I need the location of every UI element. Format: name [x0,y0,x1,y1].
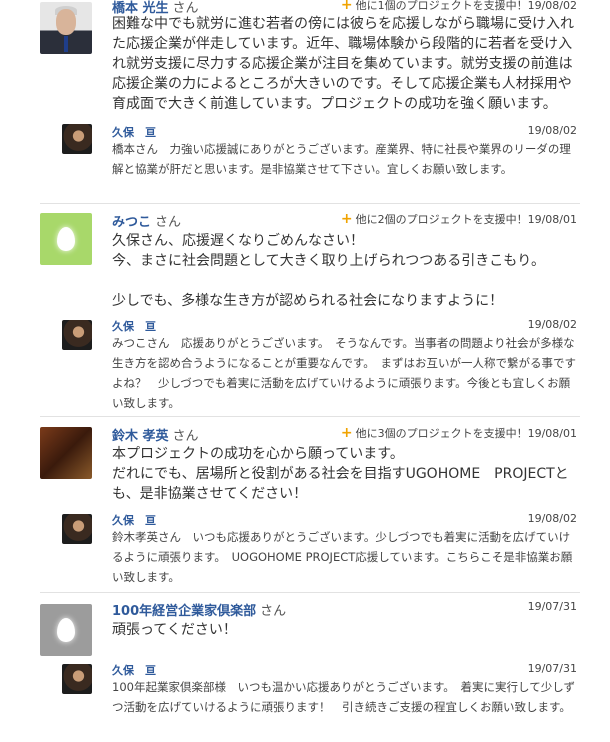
reply-name[interactable]: 久保 亘 [112,124,156,140]
reply-avatar[interactable] [62,514,92,544]
reply-avatar[interactable] [62,664,92,694]
reply-name[interactable]: 久保 亘 [112,318,156,334]
reply-avatar[interactable] [62,320,92,350]
plus-icon: + [340,0,353,13]
reply-date: 19/08/02 [527,124,577,137]
comment-body: 久保さん、応援遅くなりごめんなさい！ 今、まさに社会問題として大きく取り上げられ… [112,233,546,309]
reply-avatar[interactable] [62,124,92,154]
divider [40,416,580,417]
comment-date: 19/07/31 [527,600,577,613]
comment-body: 本プロジェクトの成功を心から願っています。 だれにでも、居場所と役割がある社会を… [112,446,569,502]
commenter-name[interactable]: 鈴木 孝英 さん [112,425,199,444]
commenter-avatar[interactable] [40,604,92,656]
plus-icon: + [340,211,353,227]
commenter-name[interactable]: 100年経営企業家倶楽部 さん [112,600,286,619]
divider [40,203,580,204]
reply-body: 100年起業家倶楽部様 いつも温かい応援ありがとうございます。 着実に実行して少… [112,680,575,714]
divider [40,592,580,593]
plus-icon: + [340,425,353,441]
comment-body: 頑張ってください！ [112,622,237,638]
reply-date: 19/08/02 [527,318,577,331]
avatar-face [56,9,76,35]
support-meta: + 他に1個のプロジェクトを支援中！19/08/02 [341,0,577,13]
comment-body: 困難な中でも就労に進む若者の傍には彼らを応援しながら職場に受け入れた応援企業が伴… [112,16,574,112]
reply-body: みつこさん 応援ありがとうございます。 そうなんです。当事者の問題より社会が多様… [112,336,577,410]
egg-icon [57,227,75,251]
reply-name[interactable]: 久保 亘 [112,512,156,528]
reply-body: 鈴木孝英さん いつも応援ありがとうございます。少しづつでも着実に活動を広げていけ… [112,530,573,584]
egg-icon [57,618,75,642]
avatar-tie [64,36,68,52]
reply-body: 橋本さん 力強い応援誠にありがとうございます。産業界、特に社長や業界のリーダの理… [112,142,571,176]
commenter-name[interactable]: みつこ さん [112,211,181,230]
reply-date: 19/08/02 [527,512,577,525]
support-meta: + 他に2個のプロジェクトを支援中！19/08/01 [340,211,577,227]
commenter-avatar[interactable] [40,213,92,265]
support-meta: + 他に3個のプロジェクトを支援中！19/08/01 [340,425,577,441]
reply-name[interactable]: 久保 亘 [112,662,156,678]
commenter-avatar[interactable] [40,427,92,479]
reply-date: 19/07/31 [527,662,577,675]
commenter-avatar[interactable] [40,2,92,54]
